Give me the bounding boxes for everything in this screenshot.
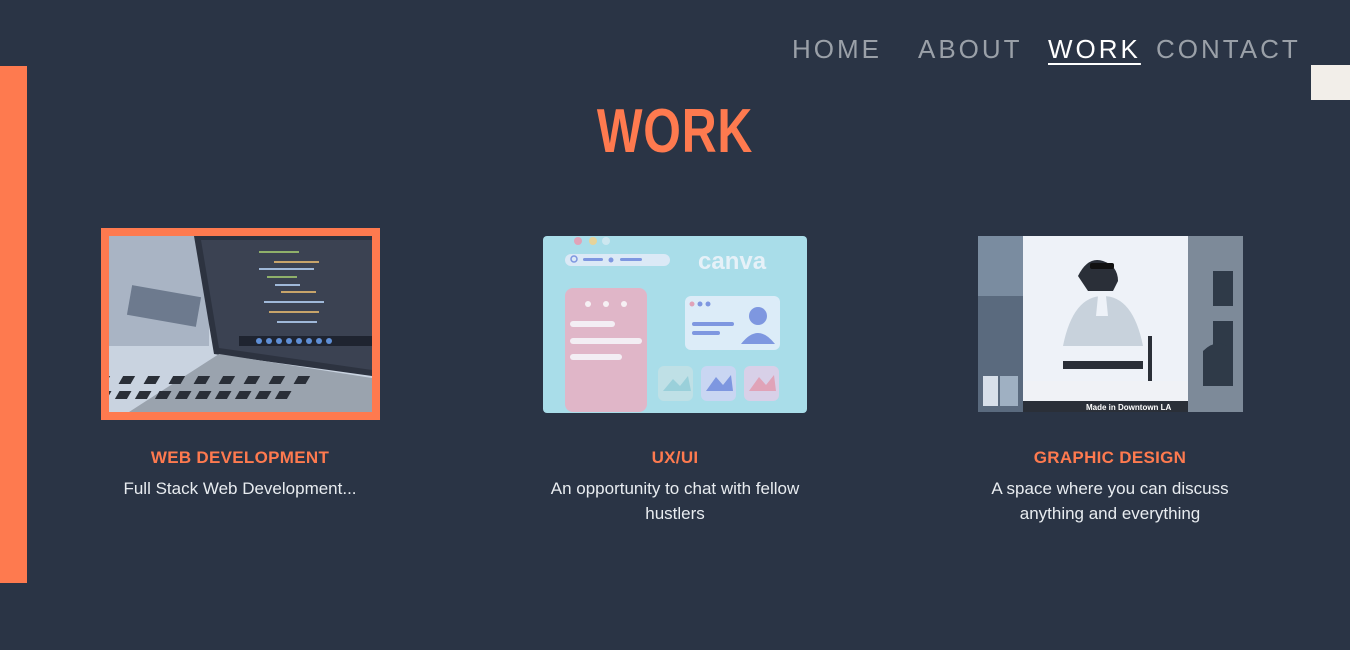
canva-ui-illustration: canva [543,236,807,413]
page-title: WORK [596,97,754,166]
canva-illustration-image[interactable]: canva [543,236,807,413]
laptop-code-image[interactable] [100,228,380,420]
work-card-web-development[interactable]: WEB DEVELOPMENT Full Stack Web Developme… [90,228,390,498]
billboard-illustration: Made in Downtown LA [977,236,1243,412]
top-nav: HOME ABOUT WORK CONTACT [0,30,1350,70]
card-description: Full Stack Web Development... [123,479,357,498]
card-title: UX/UI [651,448,699,467]
nav-link-contact[interactable]: CONTACT [1156,34,1301,65]
card-title: GRAPHIC DESIGN [1033,448,1187,467]
side-tab[interactable] [1311,65,1350,100]
billboard-photo-image[interactable]: Made in Downtown LA [977,236,1243,412]
nav-link-about[interactable]: ABOUT [918,34,1023,65]
work-card-ux-ui[interactable]: canva UX/UI An opportunity to chat with … [525,228,825,523]
work-card-graphic-design[interactable]: Made in Downtown LA GRAPHIC DESIGN A spa… [960,228,1260,523]
nav-link-home[interactable]: HOME [792,34,882,65]
laptop-code-illustration [108,236,372,412]
billboard-caption: Made in Downtown LA [1086,403,1172,412]
card-title: WEB DEVELOPMENT [150,448,330,467]
canva-wordmark: canva [698,248,767,275]
card-description: A space where you can discuss anything a… [991,479,1229,523]
card-description: An opportunity to chat with fellow hustl… [550,479,800,523]
nav-link-work[interactable]: WORK [1048,34,1141,65]
left-accent-bar [0,66,27,583]
